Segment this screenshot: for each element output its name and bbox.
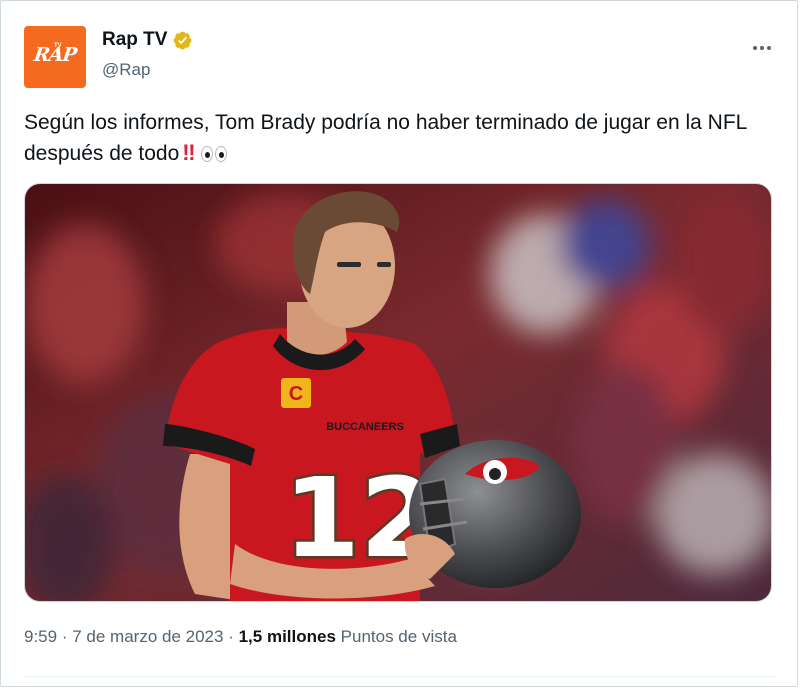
meta-separator: · (61, 627, 68, 646)
tweet-photo[interactable]: C BUCCANEERS 12 (24, 183, 772, 602)
captain-patch: C (289, 383, 303, 405)
photo-player-helmet: C BUCCANEERS 12 (25, 184, 771, 601)
author-name-row: Rap TV (102, 29, 193, 51)
eyes-emoji-icon (200, 146, 227, 163)
meta-separator: · (228, 627, 234, 646)
views-count: 1,5 millones (238, 627, 336, 646)
tweet-date[interactable]: 7 de marzo de 2023 (72, 627, 223, 646)
double-exclamation-icon: ‼ (182, 140, 195, 165)
author-handle[interactable]: @Rap (102, 60, 150, 80)
author-display-name[interactable]: Rap TV (102, 29, 167, 51)
jersey-wordmark: BUCCANEERS (326, 421, 404, 433)
avatar-logo-subtext: TV (54, 43, 62, 49)
more-options-icon[interactable] (748, 38, 776, 58)
tweet-header: RAP TV Rap TV @Rap (24, 26, 776, 90)
tweet-time[interactable]: 9:59 (24, 627, 57, 646)
avatar[interactable]: RAP TV (24, 26, 86, 88)
verified-badge-icon (174, 31, 192, 49)
tweet-body: Según los informes, Tom Brady podría no … (24, 111, 747, 165)
tweet-text: Según los informes, Tom Brady podría no … (24, 108, 776, 169)
divider (24, 676, 776, 677)
views-label: Puntos de vista (340, 627, 457, 646)
tweet-meta: 9:59 · 7 de marzo de 2023 · 1,5 millones… (24, 627, 457, 647)
